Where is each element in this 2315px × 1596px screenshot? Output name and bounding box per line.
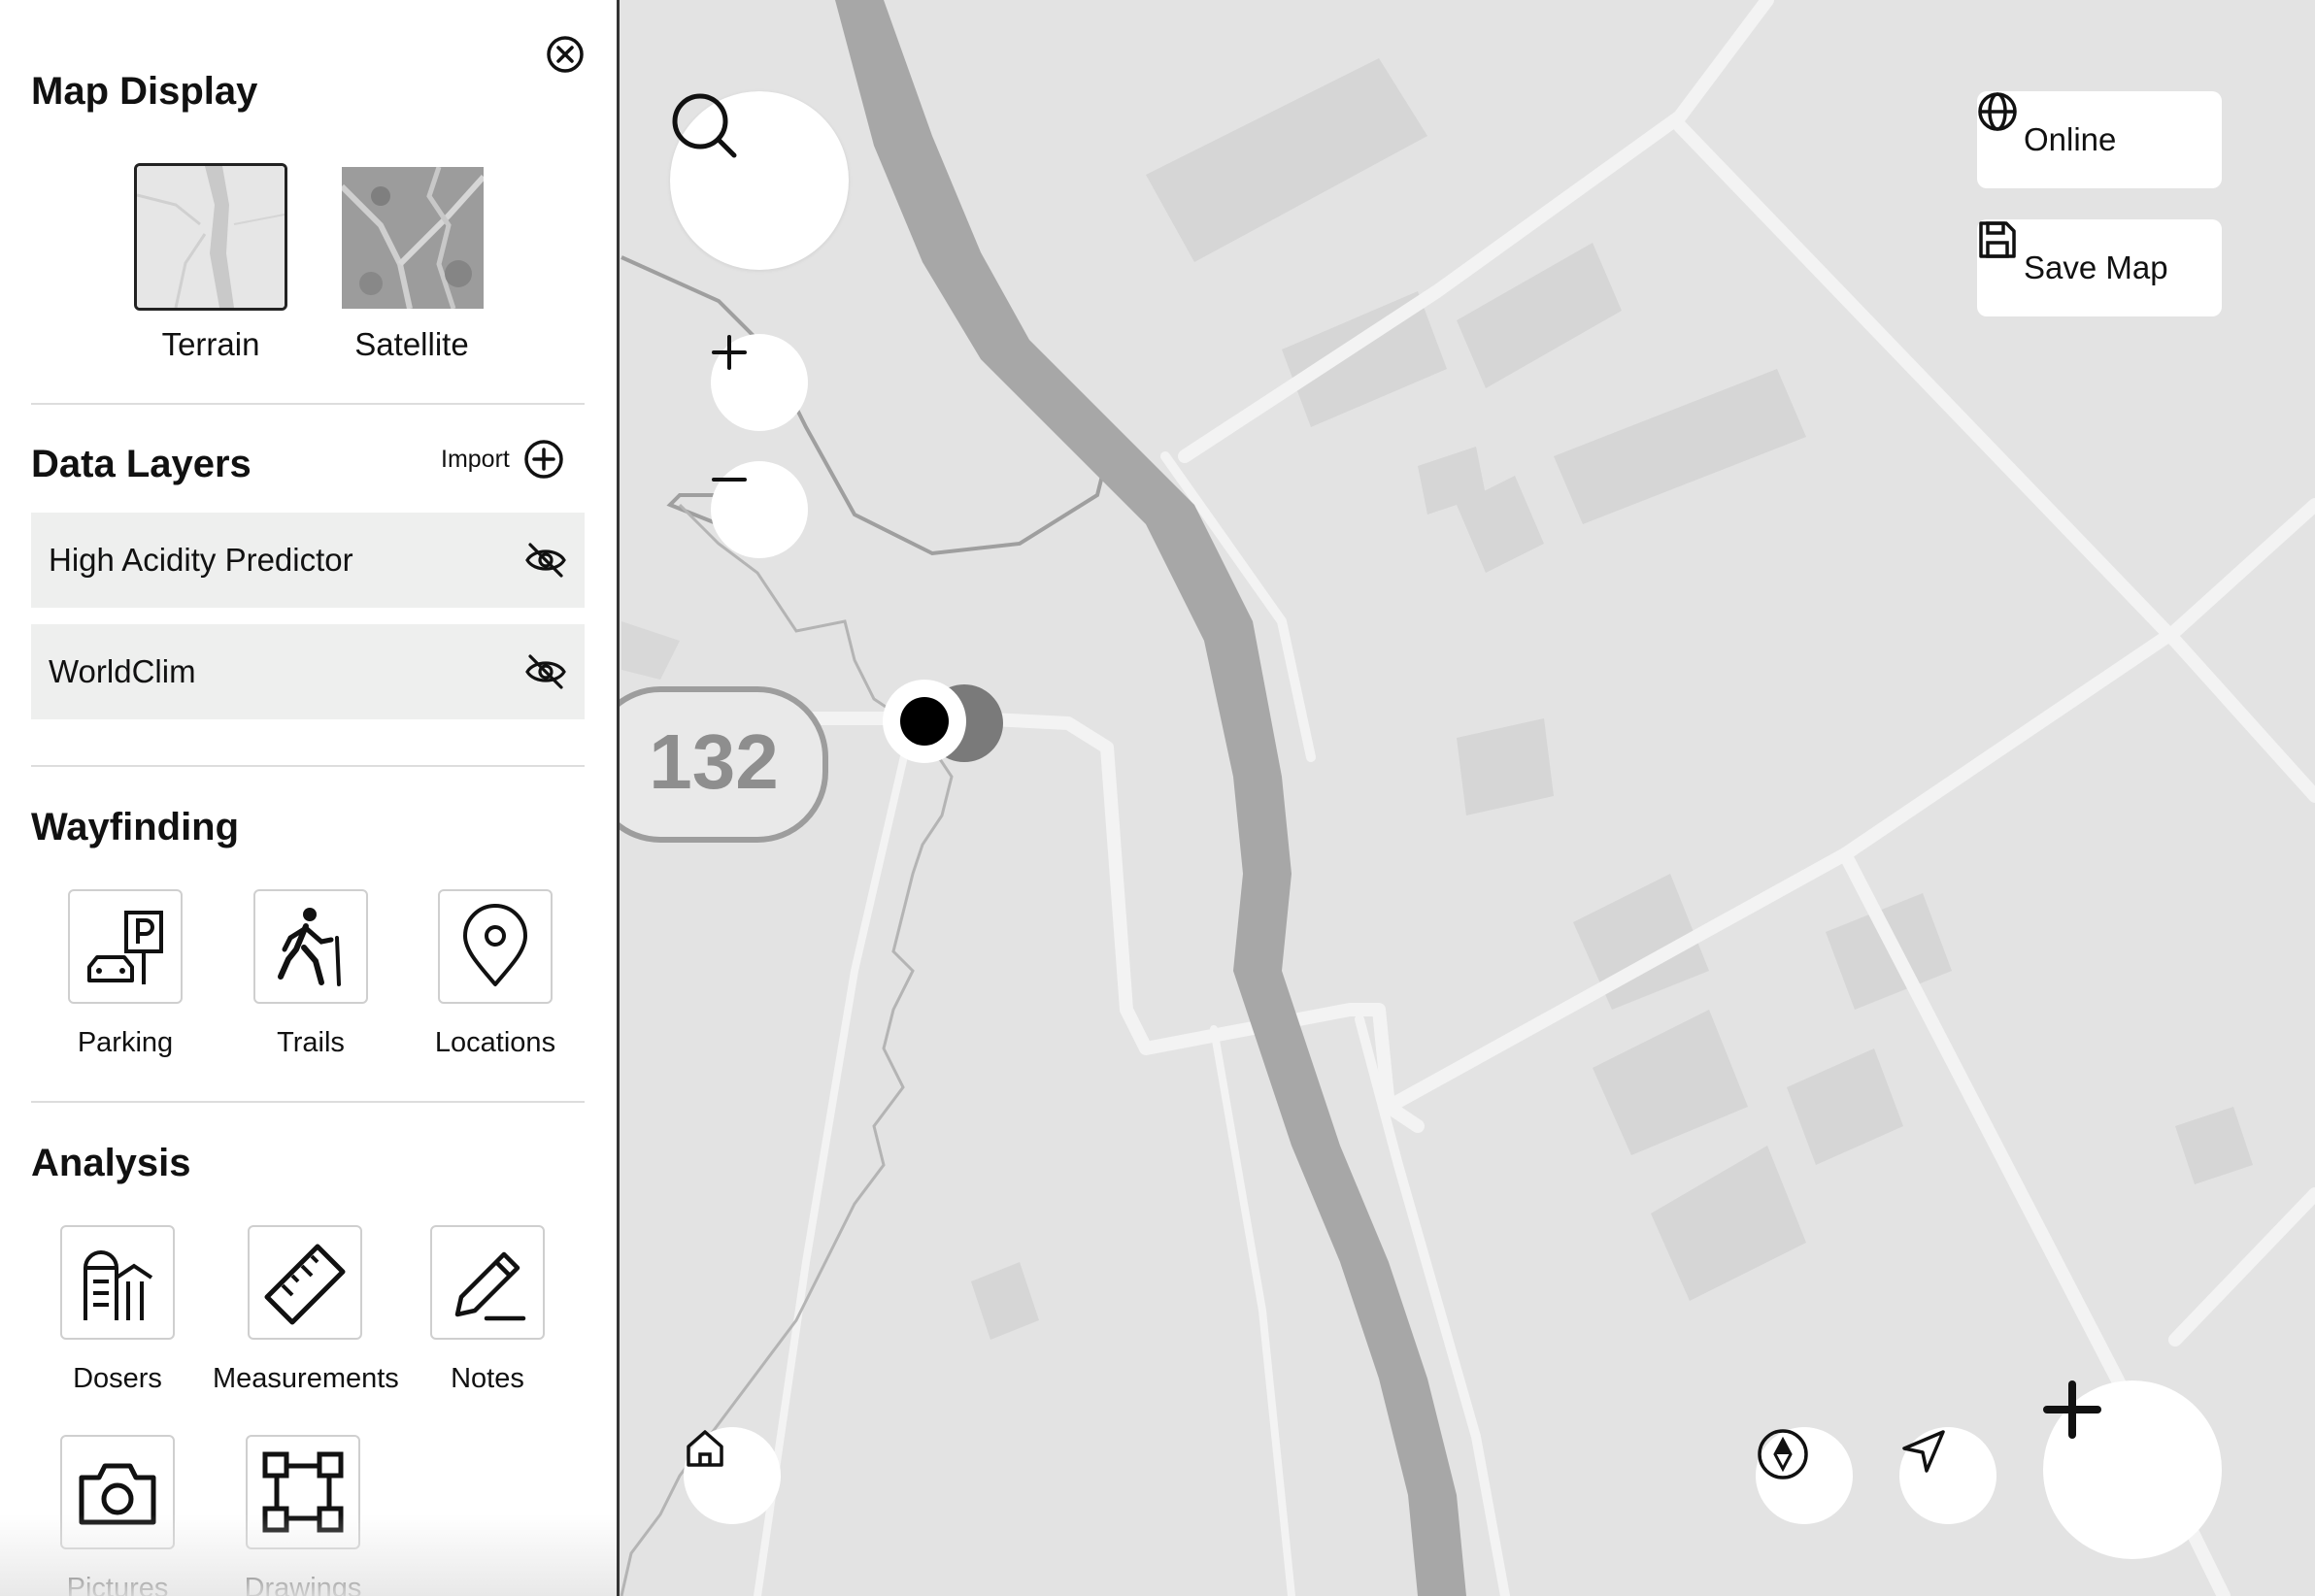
- pencil-icon: [454, 1251, 526, 1321]
- terrain-option[interactable]: [134, 163, 287, 311]
- add-button[interactable]: [2043, 1380, 2222, 1559]
- layer-name: WorldClim: [49, 653, 196, 689]
- layer-row-worldclim[interactable]: WorldClim: [31, 624, 585, 719]
- trails-label: Trails: [277, 1027, 345, 1058]
- plus-icon: [2043, 1380, 2101, 1439]
- parking-tool[interactable]: Parking: [33, 889, 218, 1059]
- measurements-label: Measurements: [213, 1363, 399, 1394]
- terrain-thumbnail: [137, 166, 285, 308]
- notes-tool[interactable]: Notes: [395, 1225, 580, 1395]
- import-button[interactable]: Import: [441, 439, 564, 480]
- close-icon[interactable]: [546, 35, 585, 74]
- silo-icon: [84, 1250, 153, 1320]
- compass-icon: [1758, 1429, 1808, 1480]
- satellite-thumbnail: [342, 167, 484, 309]
- sidebar-panel: Map Display Terrain Satellite Data Layer…: [0, 0, 620, 1596]
- layer-row-high-acidity-predictor[interactable]: High Acidity Predictor: [31, 513, 585, 608]
- online-status-button[interactable]: Online: [1977, 91, 2222, 188]
- save-map-button[interactable]: Save Map: [1977, 219, 2222, 316]
- drawings-tool[interactable]: Drawings: [211, 1435, 395, 1596]
- eye-off-icon[interactable]: [524, 539, 567, 582]
- parking-label: Parking: [77, 1027, 174, 1058]
- vector-square-icon: [262, 1451, 344, 1533]
- route-shield-label: 132: [649, 718, 778, 805]
- ruler-icon: [264, 1244, 346, 1325]
- search-icon: [672, 93, 737, 158]
- plus-circle-icon: [524, 440, 563, 479]
- pictures-label: Pictures: [66, 1573, 169, 1596]
- divider: [31, 403, 585, 405]
- pictures-tool[interactable]: Pictures: [25, 1435, 210, 1596]
- import-label: Import: [441, 445, 510, 473]
- analysis-title: Analysis: [31, 1142, 191, 1184]
- minus-icon: [712, 478, 747, 482]
- hiker-icon: [278, 908, 341, 986]
- dosers-tool[interactable]: Dosers: [25, 1225, 210, 1395]
- measurements-tool[interactable]: Measurements: [213, 1225, 399, 1395]
- eye-off-icon[interactable]: [524, 650, 567, 693]
- notes-label: Notes: [451, 1363, 524, 1394]
- wayfinding-title: Wayfinding: [31, 806, 240, 848]
- locations-tool[interactable]: Locations: [403, 889, 587, 1059]
- map-display-title: Map Display: [31, 70, 258, 113]
- drawings-label: Drawings: [244, 1573, 362, 1596]
- locate-me-button[interactable]: [1899, 1427, 1996, 1524]
- layer-name: High Acidity Predictor: [49, 542, 353, 578]
- zoom-out-button[interactable]: [711, 461, 808, 558]
- parking-icon: [87, 911, 163, 984]
- divider: [31, 1101, 585, 1103]
- floppy-disk-icon: [1979, 221, 2016, 258]
- satellite-label: Satellite: [354, 326, 469, 362]
- compass-button[interactable]: [1756, 1427, 1853, 1524]
- zoom-in-button[interactable]: [711, 334, 808, 431]
- home-icon: [687, 1430, 723, 1467]
- save-map-label: Save Map: [2024, 249, 2168, 285]
- map-pin-icon: [463, 904, 527, 986]
- locations-label: Locations: [434, 1027, 556, 1058]
- home-button[interactable]: [684, 1427, 781, 1524]
- terrain-label: Terrain: [161, 326, 260, 362]
- search-button[interactable]: [670, 91, 849, 270]
- navigation-arrow-icon: [1902, 1430, 1945, 1473]
- camera-icon: [79, 1463, 156, 1525]
- satellite-option[interactable]: [342, 167, 484, 309]
- data-layers-title: Data Layers: [31, 443, 252, 485]
- dosers-label: Dosers: [73, 1363, 162, 1394]
- trails-tool[interactable]: Trails: [218, 889, 403, 1059]
- plus-icon: [712, 335, 747, 370]
- online-status-label: Online: [2024, 121, 2117, 157]
- globe-icon: [1978, 92, 2017, 131]
- divider: [31, 765, 585, 767]
